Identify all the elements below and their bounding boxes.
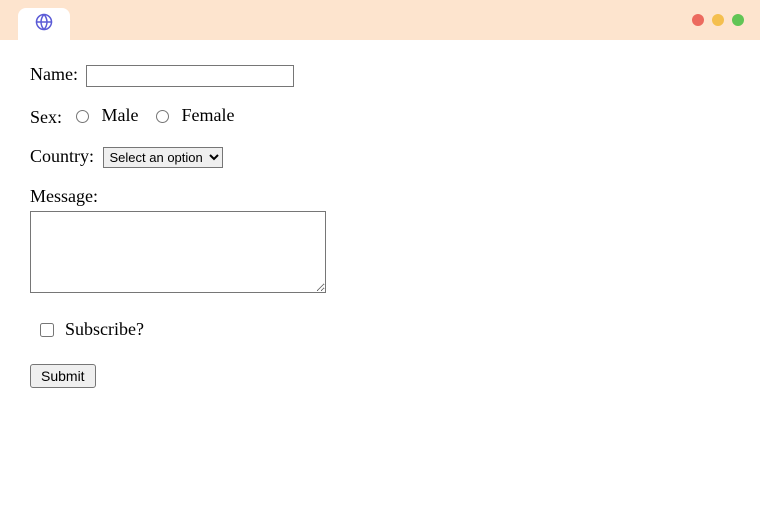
country-label: Country: bbox=[30, 146, 94, 166]
subscribe-checkbox[interactable] bbox=[40, 323, 54, 337]
minimize-icon[interactable] bbox=[712, 14, 724, 26]
name-label: Name: bbox=[30, 64, 78, 84]
sex-radio-female[interactable] bbox=[156, 110, 169, 123]
sex-label: Sex: bbox=[30, 107, 62, 127]
submit-button[interactable]: Submit bbox=[30, 364, 96, 388]
name-input[interactable] bbox=[86, 65, 294, 87]
submit-row: Submit bbox=[30, 364, 730, 388]
sex-female-label: Female bbox=[182, 105, 235, 126]
message-label: Message: bbox=[30, 186, 98, 206]
window-controls bbox=[692, 14, 744, 26]
country-select[interactable]: Select an option bbox=[103, 147, 223, 168]
sex-row: Sex: Male Female bbox=[30, 105, 730, 129]
subscribe-row: Subscribe? bbox=[36, 319, 730, 340]
globe-icon bbox=[35, 13, 53, 36]
sex-radio-male[interactable] bbox=[76, 110, 89, 123]
subscribe-label: Subscribe? bbox=[65, 319, 144, 340]
sex-male-label: Male bbox=[102, 105, 139, 126]
close-icon[interactable] bbox=[692, 14, 704, 26]
message-textarea[interactable] bbox=[30, 211, 326, 293]
country-row: Country: Select an option bbox=[30, 146, 730, 168]
form-content: Name: Sex: Male Female Country: Select a… bbox=[0, 40, 760, 430]
browser-tab[interactable] bbox=[18, 8, 70, 40]
title-bar bbox=[0, 0, 760, 40]
message-row: Message: bbox=[30, 186, 730, 293]
maximize-icon[interactable] bbox=[732, 14, 744, 26]
name-row: Name: bbox=[30, 64, 730, 87]
